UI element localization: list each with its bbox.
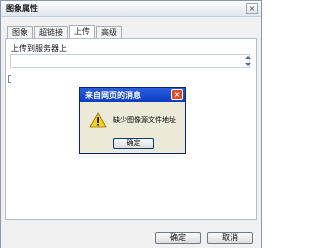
warning-icon (89, 112, 107, 128)
alert-ok-button[interactable]: 确定 (113, 138, 154, 149)
ok-button[interactable]: 确定 (155, 232, 201, 244)
alert-close-icon[interactable]: × (171, 89, 183, 100)
dialog-title: 图象属性 (6, 4, 38, 13)
tab-strip: 图象 超链接 上传 高级 (7, 25, 123, 39)
close-icon[interactable]: × (246, 3, 258, 14)
webpage-message-alert: 来自网页的消息 × 缺少图像源文件地址 确定 (79, 87, 186, 154)
field-scroll-arrows[interactable] (244, 54, 252, 68)
alert-title: 来自网页的消息 (85, 91, 141, 100)
alert-titlebar: 来自网页的消息 × (80, 88, 185, 102)
alert-message: 缺少图像源文件地址 (113, 116, 176, 124)
frame-edge-marker (8, 75, 11, 83)
dialog-titlebar: 图象属性 × (1, 1, 261, 17)
tab-upload[interactable]: 上传 (69, 25, 95, 39)
upload-file-field[interactable] (10, 54, 250, 68)
dialog-footer: 确定 取消 (1, 227, 261, 248)
cancel-button[interactable]: 取消 (207, 232, 253, 244)
scroll-arrows-icon (245, 56, 251, 66)
upload-to-server-label: 上传到服务器上 (11, 44, 67, 53)
